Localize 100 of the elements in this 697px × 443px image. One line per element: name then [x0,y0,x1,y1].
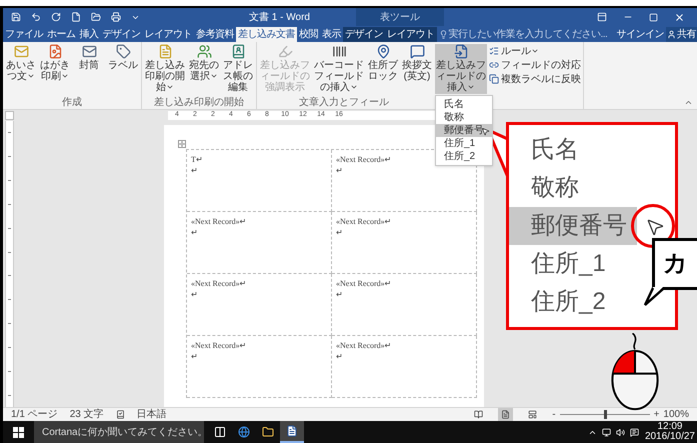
ribbon-button[interactable]: 封筒 [73,44,105,72]
folder-icon [262,426,274,438]
save-icon[interactable] [11,12,21,22]
barcode-icon [332,44,346,59]
insert-field-icon [454,44,468,59]
printer-icon[interactable] [111,12,121,22]
ribbon-tab[interactable]: 差し込み文書 [236,27,297,42]
task-view-icon [214,426,226,438]
clock[interactable]: 12:09 2016/10/27 [644,422,695,442]
notification-icon[interactable] [630,428,639,436]
share-button[interactable]: 共有 [666,27,697,42]
ribbon-button[interactable]: 宛先の選択 [188,44,220,83]
ribbon-small-button[interactable]: ルール [489,45,581,57]
zoom-out-button[interactable]: - [552,407,556,422]
ribbon-tab[interactable]: デザイン [100,27,142,42]
label-icon [116,44,130,59]
people-icon [196,44,212,59]
folder-icon[interactable] [91,12,101,22]
ribbon-small-button[interactable]: フィールドの対応 [489,59,581,71]
new-document-icon[interactable] [71,12,81,22]
ribbon-tab[interactable]: ファイル [3,27,45,42]
zoom-percent[interactable]: 100% [663,407,689,422]
ribbon-tab[interactable]: ホーム [45,27,78,42]
ribbon-button[interactable]: バーコードフィールドの挿入 [313,44,365,94]
cell-text: T↵ [191,154,203,165]
undo-icon[interactable] [31,12,41,22]
cell-text: ↵ [336,227,343,238]
cell-text: «Next Record»↵ [336,216,392,227]
window-title: 文書 1 - Word [249,10,310,24]
document-icon [158,44,172,59]
zoom-in-button[interactable]: + [654,407,660,422]
view-icon [474,410,484,419]
ribbon-button[interactable]: 住所ブロック [367,44,399,83]
ribbon-button[interactable]: 差し込みフィールドの挿入 [435,44,487,94]
ribbon-tab[interactable]: 参考資料 [194,27,236,42]
ribbon-options-icon[interactable] [597,12,607,22]
cursor-icon [481,127,490,136]
address-book-icon [230,44,246,59]
letter-icon [14,44,28,59]
copy-icon [489,74,499,84]
ribbon-tab[interactable]: レイアウト [385,27,436,42]
cell-text: ↵ [336,289,343,300]
language-label: 日本語 [136,408,167,422]
close-icon[interactable] [674,12,685,22]
view-button[interactable] [498,408,514,421]
collapse-ribbon-icon[interactable] [684,98,693,107]
link-icon [489,60,499,70]
ribbon-button[interactable]: アドレス帳の編集 [222,44,254,94]
ribbon-button[interactable]: はがき印刷 [39,44,71,83]
ribbon-button[interactable]: ラベル [107,44,139,72]
ribbon-tab[interactable]: 校閲 [297,27,320,42]
document-icon [286,425,298,437]
redo-icon[interactable] [51,12,61,22]
lightbulb-icon [438,30,448,39]
zoom-slider-thumb[interactable] [604,410,607,419]
envelope-icon [82,44,96,59]
cell-text: «Next Record»↵ [336,154,392,165]
speech-bubble-tail [643,287,665,307]
proofing-icon[interactable] [116,410,125,419]
ribbon-button[interactable]: 差し込み印刷の開始 [144,44,186,94]
menu-item[interactable]: 住所_1 [436,137,492,150]
ribbon-tab[interactable]: 挿入 [78,27,100,42]
group-label: 作成 [62,97,82,109]
cell-text: «Next Record»↵ [191,278,247,289]
ribbon-button[interactable]: あいさつ文 [5,44,37,83]
menu-item[interactable]: 住所_2 [436,150,492,163]
network-icon[interactable] [602,428,611,436]
ribbon-tab[interactable]: デザイン [343,27,385,42]
cell-text: ↵ [191,227,198,238]
cell-text: «Next Record»↵ [191,340,247,351]
table-move-handle-icon[interactable] [178,140,186,148]
menu-item[interactable]: 郵便番号 [436,124,492,137]
cortana-search-field[interactable]: Cortanaに何か聞いてみてください。 [34,421,204,443]
cell-text: ↵ [336,165,343,176]
menu-item[interactable]: 敬称 [436,111,492,124]
person-icon [667,30,676,39]
cell-text: ↵ [336,351,343,362]
page-count: 1/1 ページ [11,408,58,422]
restore-icon[interactable] [649,12,658,22]
ribbon-button[interactable]: 挨拶文(英文) [401,44,433,83]
group-label: 文章入力とフィール [299,97,389,109]
windows-logo-icon[interactable] [13,426,24,438]
cell-text: ↵ [191,165,198,176]
ribbon-tab[interactable]: 表示 [320,27,343,42]
volume-icon[interactable] [616,428,625,436]
ribbon-small-button[interactable]: 複数ラベルに反映 [489,73,581,85]
cell-text: «Next Record»↵ [336,278,392,289]
cell-text: «Next Record»↵ [336,340,392,351]
view-icon [501,410,510,419]
cell-text: ↵ [191,351,198,362]
sign-in-link[interactable]: サインイン [616,27,664,42]
taskbar-app[interactable] [280,421,304,443]
cursor-icon [645,217,665,237]
group-label: 差し込み印刷の開始 [154,97,244,109]
globe-icon [238,426,250,438]
tell-me-field[interactable]: 実行したい作業を入力してください... [438,27,608,42]
menu-item[interactable]: 氏名 [436,98,492,111]
rules-icon [489,46,499,56]
ribbon-tab[interactable]: レイアウト [142,27,194,42]
highlighter-icon [278,44,292,59]
